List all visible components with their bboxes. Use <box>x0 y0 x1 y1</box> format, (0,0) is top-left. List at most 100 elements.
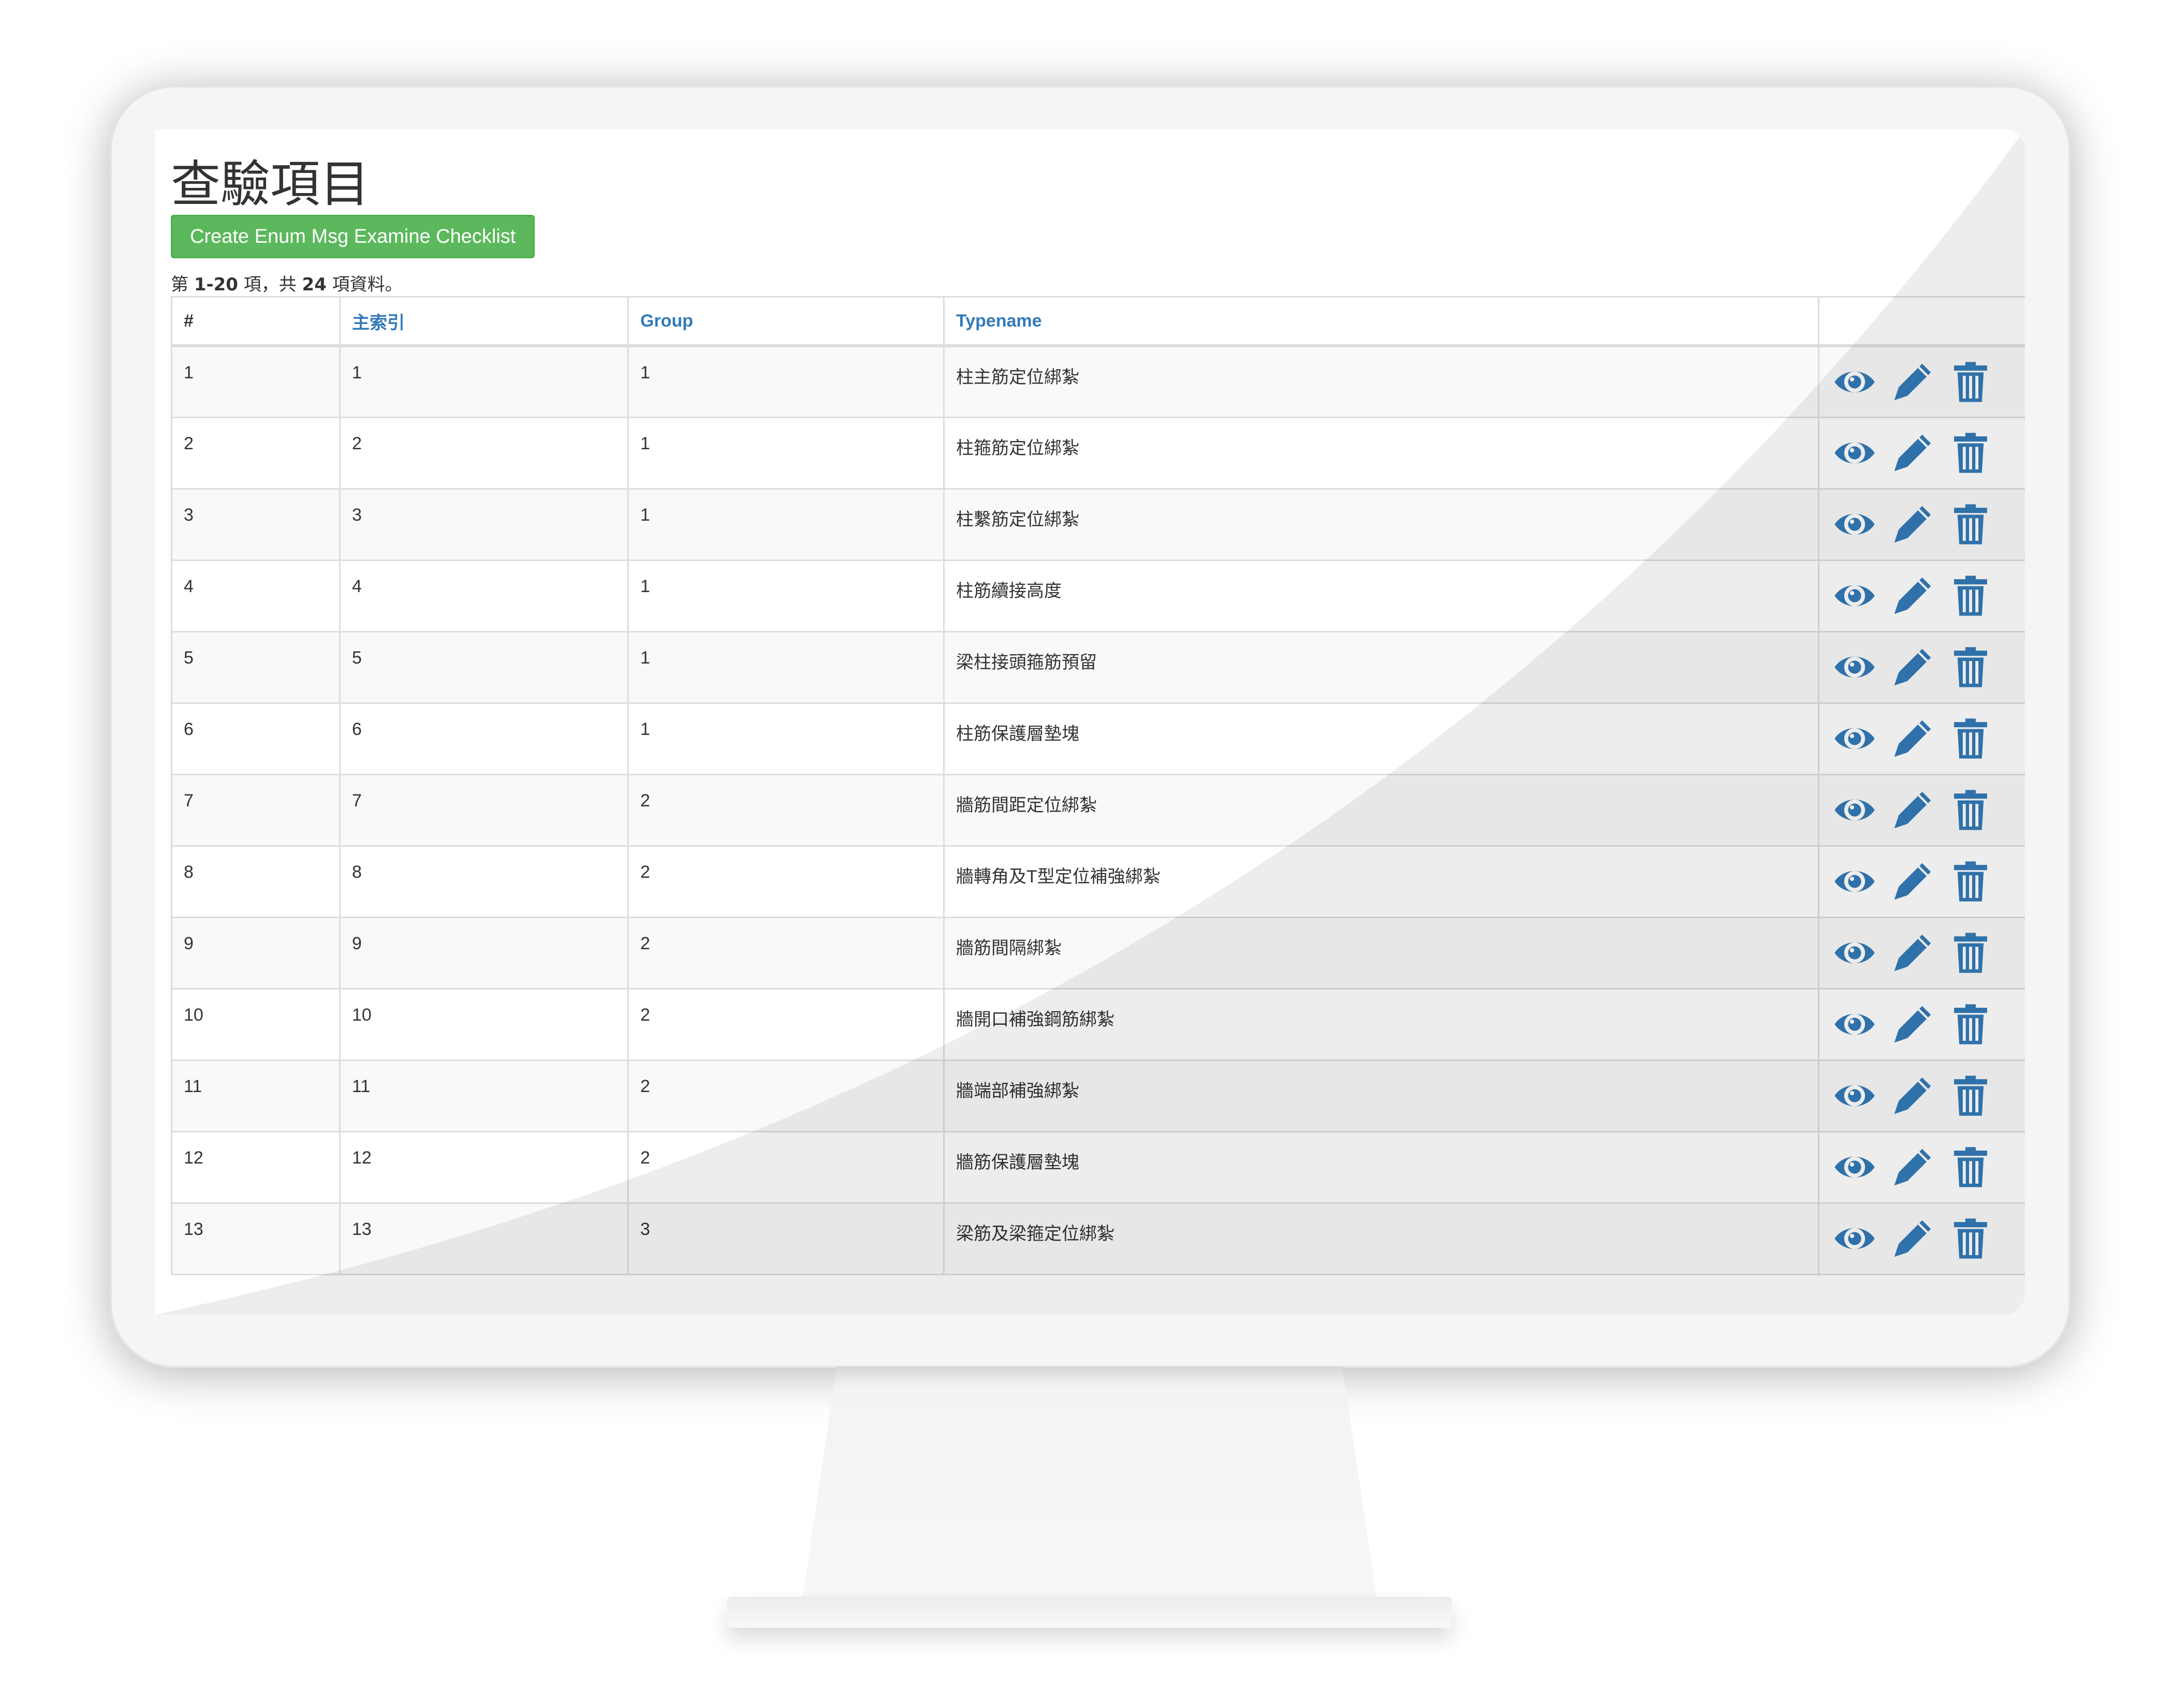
trash-icon[interactable] <box>1947 788 1994 832</box>
eye-icon[interactable] <box>1831 645 1878 689</box>
pencil-icon[interactable] <box>1889 645 1936 689</box>
summary-prefix: 第 <box>171 274 194 295</box>
cell-typename: 牆轉角及T型定位補強綁紮 <box>943 845 1819 918</box>
table-row: 3 3 1 柱繫筋定位綁紮 <box>171 488 2025 561</box>
cell-index: 1 <box>339 345 629 418</box>
summary-range: 1-20 <box>194 274 238 295</box>
summary-total: 24 <box>302 274 327 295</box>
table-row: 13 13 3 梁筋及梁箍定位綁紮 <box>171 1202 2025 1275</box>
cell-num: 13 <box>171 1202 341 1275</box>
cell-group: 1 <box>627 345 945 418</box>
pagination-summary: 第 1-20 項，共 24 項資料。 <box>171 270 403 296</box>
cell-num: 12 <box>171 1130 341 1204</box>
pencil-icon[interactable] <box>1889 503 1936 546</box>
header-group[interactable]: Group <box>627 296 945 347</box>
create-checklist-button[interactable]: Create Enum Msg Examine Checklist <box>171 215 535 258</box>
cell-index: 10 <box>339 988 629 1061</box>
cell-actions <box>1818 488 2025 561</box>
trash-icon[interactable] <box>1947 503 1994 546</box>
pencil-icon[interactable] <box>1889 1217 1936 1260</box>
trash-icon[interactable] <box>1947 1145 1994 1189</box>
cell-index: 7 <box>339 773 629 847</box>
summary-mid: 項，共 <box>238 274 302 295</box>
cell-group: 3 <box>627 1202 945 1275</box>
eye-icon[interactable] <box>1831 574 1878 617</box>
pencil-icon[interactable] <box>1889 431 1936 475</box>
cell-index: 12 <box>339 1130 629 1204</box>
cell-actions <box>1818 845 2025 918</box>
header-hash: # <box>171 296 341 347</box>
trash-icon[interactable] <box>1947 931 1994 975</box>
cell-group: 1 <box>627 702 945 775</box>
pencil-icon[interactable] <box>1889 860 1936 903</box>
table-row: 11 11 2 牆端部補強綁紮 <box>171 1059 2025 1132</box>
cell-typename: 牆開口補強鋼筋綁紮 <box>943 988 1819 1061</box>
cell-actions <box>1818 1202 2025 1275</box>
cell-actions <box>1818 916 2025 990</box>
trash-icon[interactable] <box>1947 431 1994 475</box>
checklist-table: # 主索引 Group Typename 1 1 1 柱主筋定位綁紮 2 2 1 柱箍筋定位綁… <box>171 296 2025 1275</box>
cell-actions <box>1818 773 2025 847</box>
monitor-stand <box>802 1366 1377 1599</box>
cell-actions <box>1818 630 2025 704</box>
table-row: 9 9 2 牆筋間隔綁紮 <box>171 916 2025 990</box>
cell-actions <box>1818 702 2025 775</box>
cell-index: 11 <box>339 1059 629 1132</box>
pencil-icon[interactable] <box>1889 931 1936 975</box>
cell-num: 9 <box>171 916 341 990</box>
eye-icon[interactable] <box>1831 1074 1878 1117</box>
eye-icon[interactable] <box>1831 931 1878 975</box>
cell-actions <box>1818 1130 2025 1204</box>
trash-icon[interactable] <box>1947 717 1994 760</box>
eye-icon[interactable] <box>1831 788 1878 832</box>
trash-icon[interactable] <box>1947 1003 1994 1046</box>
cell-num: 10 <box>171 988 341 1061</box>
page-title: 查驗項目 <box>171 155 370 213</box>
cell-group: 1 <box>627 630 945 704</box>
header-main-index[interactable]: 主索引 <box>339 296 629 347</box>
cell-typename: 柱繫筋定位綁紮 <box>943 488 1819 561</box>
trash-icon[interactable] <box>1947 360 1994 404</box>
cell-num: 1 <box>171 345 341 418</box>
cell-index: 5 <box>339 630 629 704</box>
cell-typename: 柱主筋定位綁紮 <box>943 345 1819 418</box>
table-row: 8 8 2 牆轉角及T型定位補強綁紮 <box>171 845 2025 918</box>
pencil-icon[interactable] <box>1889 360 1936 404</box>
eye-icon[interactable] <box>1831 717 1878 760</box>
eye-icon[interactable] <box>1831 1217 1878 1260</box>
cell-typename: 牆端部補強綁紮 <box>943 1059 1819 1132</box>
cell-typename: 柱筋保護層墊塊 <box>943 702 1819 775</box>
pencil-icon[interactable] <box>1889 717 1936 760</box>
cell-index: 4 <box>339 559 629 632</box>
trash-icon[interactable] <box>1947 574 1994 617</box>
eye-icon[interactable] <box>1831 431 1878 475</box>
cell-typename: 牆筋間距定位綁紮 <box>943 773 1819 847</box>
pencil-icon[interactable] <box>1889 1074 1936 1117</box>
trash-icon[interactable] <box>1947 1217 1994 1260</box>
cell-actions <box>1818 345 2025 418</box>
pencil-icon[interactable] <box>1889 574 1936 617</box>
pencil-icon[interactable] <box>1889 1003 1936 1046</box>
header-typename[interactable]: Typename <box>943 296 1819 347</box>
cell-group: 2 <box>627 1130 945 1204</box>
trash-icon[interactable] <box>1947 860 1994 903</box>
table-row: 2 2 1 柱箍筋定位綁紮 <box>171 416 2025 490</box>
cell-group: 2 <box>627 916 945 990</box>
eye-icon[interactable] <box>1831 503 1878 546</box>
eye-icon[interactable] <box>1831 860 1878 903</box>
cell-typename: 柱筋續接高度 <box>943 559 1819 632</box>
table-row: 7 7 2 牆筋間距定位綁紮 <box>171 773 2025 847</box>
eye-icon[interactable] <box>1831 1145 1878 1189</box>
trash-icon[interactable] <box>1947 1074 1994 1117</box>
eye-icon[interactable] <box>1831 1003 1878 1046</box>
cell-typename: 梁柱接頭箍筋預留 <box>943 630 1819 704</box>
header-actions <box>1818 296 2025 347</box>
trash-icon[interactable] <box>1947 645 1994 689</box>
cell-num: 11 <box>171 1059 341 1132</box>
cell-typename: 牆筋間隔綁紮 <box>943 916 1819 990</box>
table-row: 12 12 2 牆筋保護層墊塊 <box>171 1130 2025 1204</box>
eye-icon[interactable] <box>1831 360 1878 404</box>
pencil-icon[interactable] <box>1889 1145 1936 1189</box>
cell-num: 7 <box>171 773 341 847</box>
pencil-icon[interactable] <box>1889 788 1936 832</box>
